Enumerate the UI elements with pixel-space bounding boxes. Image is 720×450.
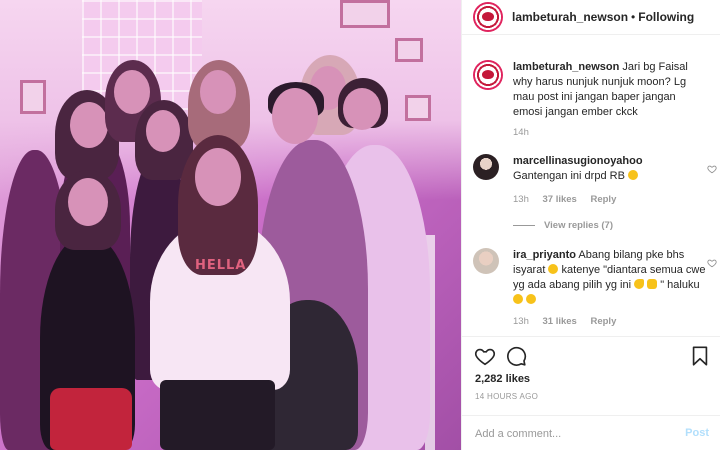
- bookmark-icon[interactable]: [689, 345, 711, 367]
- comment-age[interactable]: 13h: [513, 316, 529, 327]
- heart-icon[interactable]: [474, 345, 496, 367]
- photo-person: [160, 380, 275, 450]
- header-separator: •: [631, 10, 636, 24]
- grinning-emoji-icon: [627, 170, 638, 180]
- photo-frame: [20, 80, 46, 114]
- post-detail-panel: lambeturah_newson • Following lambeturah…: [461, 0, 720, 450]
- view-replies-button[interactable]: View replies (7): [513, 220, 613, 231]
- reply-button[interactable]: Reply: [590, 194, 616, 205]
- smiling-emoji-icon: [513, 294, 523, 304]
- view-replies-label: View replies (7): [544, 220, 613, 231]
- comment-likes[interactable]: 37 likes: [543, 194, 577, 205]
- header-username[interactable]: lambeturah_newson: [512, 10, 628, 24]
- photo-face: [146, 110, 180, 152]
- photo-face: [195, 148, 241, 206]
- comment-username[interactable]: ira_priyanto: [513, 249, 576, 261]
- grinning-emoji-icon: [526, 294, 537, 304]
- likes-count[interactable]: 2,282 likes: [475, 373, 530, 385]
- caption: lambeturah_newson Jari bg Faisal why har…: [473, 60, 713, 150]
- reply-button[interactable]: Reply: [590, 316, 616, 327]
- heart-icon[interactable]: [707, 164, 717, 174]
- post-photo[interactable]: HELLA: [0, 0, 461, 450]
- photo-face: [114, 70, 150, 114]
- comment-text-end: " haluku: [660, 279, 700, 291]
- caption-age[interactable]: 14h: [513, 127, 529, 138]
- comments-list[interactable]: lambeturah_newson Jari bg Faisal why har…: [462, 36, 720, 336]
- pointing-hand-emoji-icon: [647, 279, 658, 289]
- divider: [513, 225, 535, 226]
- list-item: marcellinasugionoyahoo Gantengan ini drp…: [473, 154, 717, 214]
- post-date[interactable]: 14 HOURS AGO: [475, 392, 538, 401]
- add-comment-bar: Post: [462, 415, 720, 450]
- comment-likes[interactable]: 31 likes: [543, 316, 577, 327]
- photo-face: [200, 70, 236, 114]
- comment-icon[interactable]: [505, 345, 527, 367]
- photo-face: [68, 178, 108, 226]
- photo-shirt-text: HELLA: [195, 258, 247, 273]
- following-button[interactable]: Following: [638, 10, 694, 24]
- photo-handbag: [50, 388, 132, 450]
- comment-username[interactable]: marcellinasugionoyahoo: [513, 155, 643, 167]
- post-actions: 2,282 likes 14 HOURS AGO Post: [462, 336, 720, 450]
- photo-face: [272, 88, 318, 144]
- caption-username[interactable]: lambeturah_newson: [513, 61, 619, 73]
- photo-face: [70, 102, 108, 148]
- photo-frame: [405, 95, 431, 121]
- comment-input[interactable]: [475, 424, 665, 444]
- heart-icon[interactable]: [707, 258, 717, 268]
- photo-face: [343, 88, 381, 130]
- avatar[interactable]: [473, 248, 499, 274]
- moon-emoji-icon: [634, 279, 645, 289]
- photo-frame: [395, 38, 423, 62]
- comment-text: Gantengan ini drpd RB: [513, 170, 625, 182]
- list-item: ira_priyanto Abang bilang pke bhs isyara…: [473, 248, 717, 336]
- post-header: lambeturah_newson • Following: [462, 0, 720, 35]
- post-button[interactable]: Post: [685, 427, 709, 439]
- avatar[interactable]: [473, 2, 503, 32]
- avatar[interactable]: [473, 60, 503, 90]
- avatar[interactable]: [473, 154, 499, 180]
- comment-age[interactable]: 13h: [513, 194, 529, 205]
- photo-frame: [340, 0, 390, 28]
- smiling-emoji-icon: [548, 264, 559, 274]
